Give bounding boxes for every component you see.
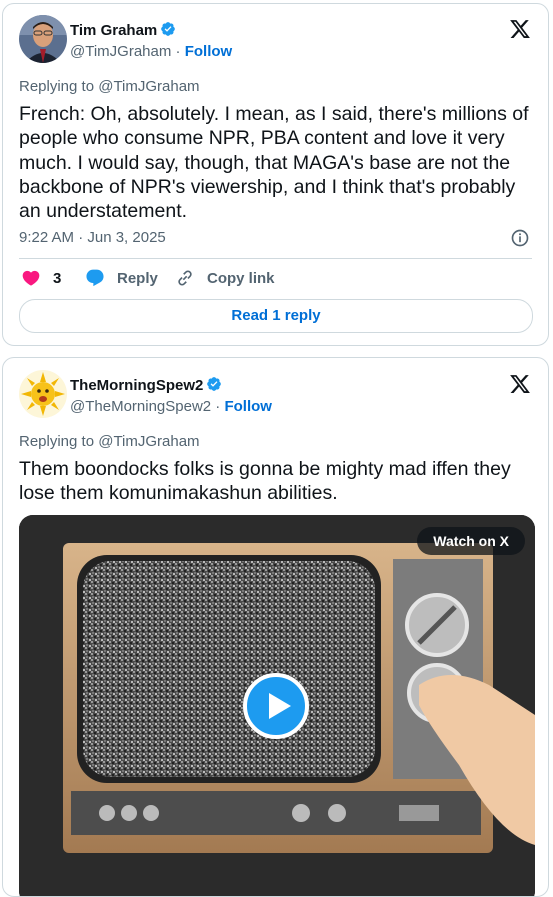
tweet-text: Them boondocks folks is gonna be mighty … — [19, 458, 511, 505]
avatar[interactable] — [19, 15, 67, 63]
author-name[interactable]: TheMorningSpew2 — [70, 376, 222, 394]
tweet-text: French: Oh, absolutely. I mean, as I sai… — [19, 103, 529, 223]
divider — [19, 258, 532, 259]
reply-button[interactable]: Reply — [85, 268, 158, 288]
follow-button[interactable]: Follow — [224, 398, 272, 415]
avatar[interactable] — [19, 370, 67, 418]
tweet-card: TheMorningSpew2 @TheMorningSpew2 · Follo… — [2, 357, 549, 897]
replying-to: Replying to @TimJGraham — [19, 433, 200, 450]
author-name[interactable]: Tim Graham — [70, 21, 176, 39]
replying-to: Replying to @TimJGraham — [19, 78, 200, 95]
video-player[interactable]: Watch on X — [19, 515, 535, 896]
reply-label: Reply — [117, 269, 158, 287]
verified-badge-icon — [207, 377, 222, 391]
read-replies-button[interactable]: Read 1 reply — [19, 299, 533, 333]
author-handle: @TheMorningSpew2 · Follow — [70, 398, 272, 415]
copy-link-label: Copy link — [207, 269, 275, 287]
link-icon — [178, 270, 192, 286]
info-icon[interactable] — [510, 228, 530, 248]
play-icon — [269, 693, 291, 719]
follow-button[interactable]: Follow — [185, 43, 233, 60]
heart-icon — [22, 270, 40, 286]
x-logo-icon[interactable] — [509, 18, 531, 40]
tweet-card: Tim Graham @TimJGraham · Follow Replying… — [2, 3, 549, 346]
reply-icon — [86, 269, 104, 287]
author-handle: @TimJGraham · Follow — [70, 43, 233, 60]
play-button[interactable] — [243, 673, 309, 739]
copy-link-button[interactable]: Copy link — [175, 268, 275, 288]
like-button[interactable]: 3 — [21, 268, 61, 288]
like-count: 3 — [53, 269, 62, 287]
timestamp[interactable]: 9:22 AM · Jun 3, 2025 — [19, 229, 166, 246]
watch-on-x-button[interactable]: Watch on X — [417, 527, 525, 555]
verified-badge-icon — [161, 22, 176, 36]
x-logo-icon[interactable] — [509, 373, 531, 395]
